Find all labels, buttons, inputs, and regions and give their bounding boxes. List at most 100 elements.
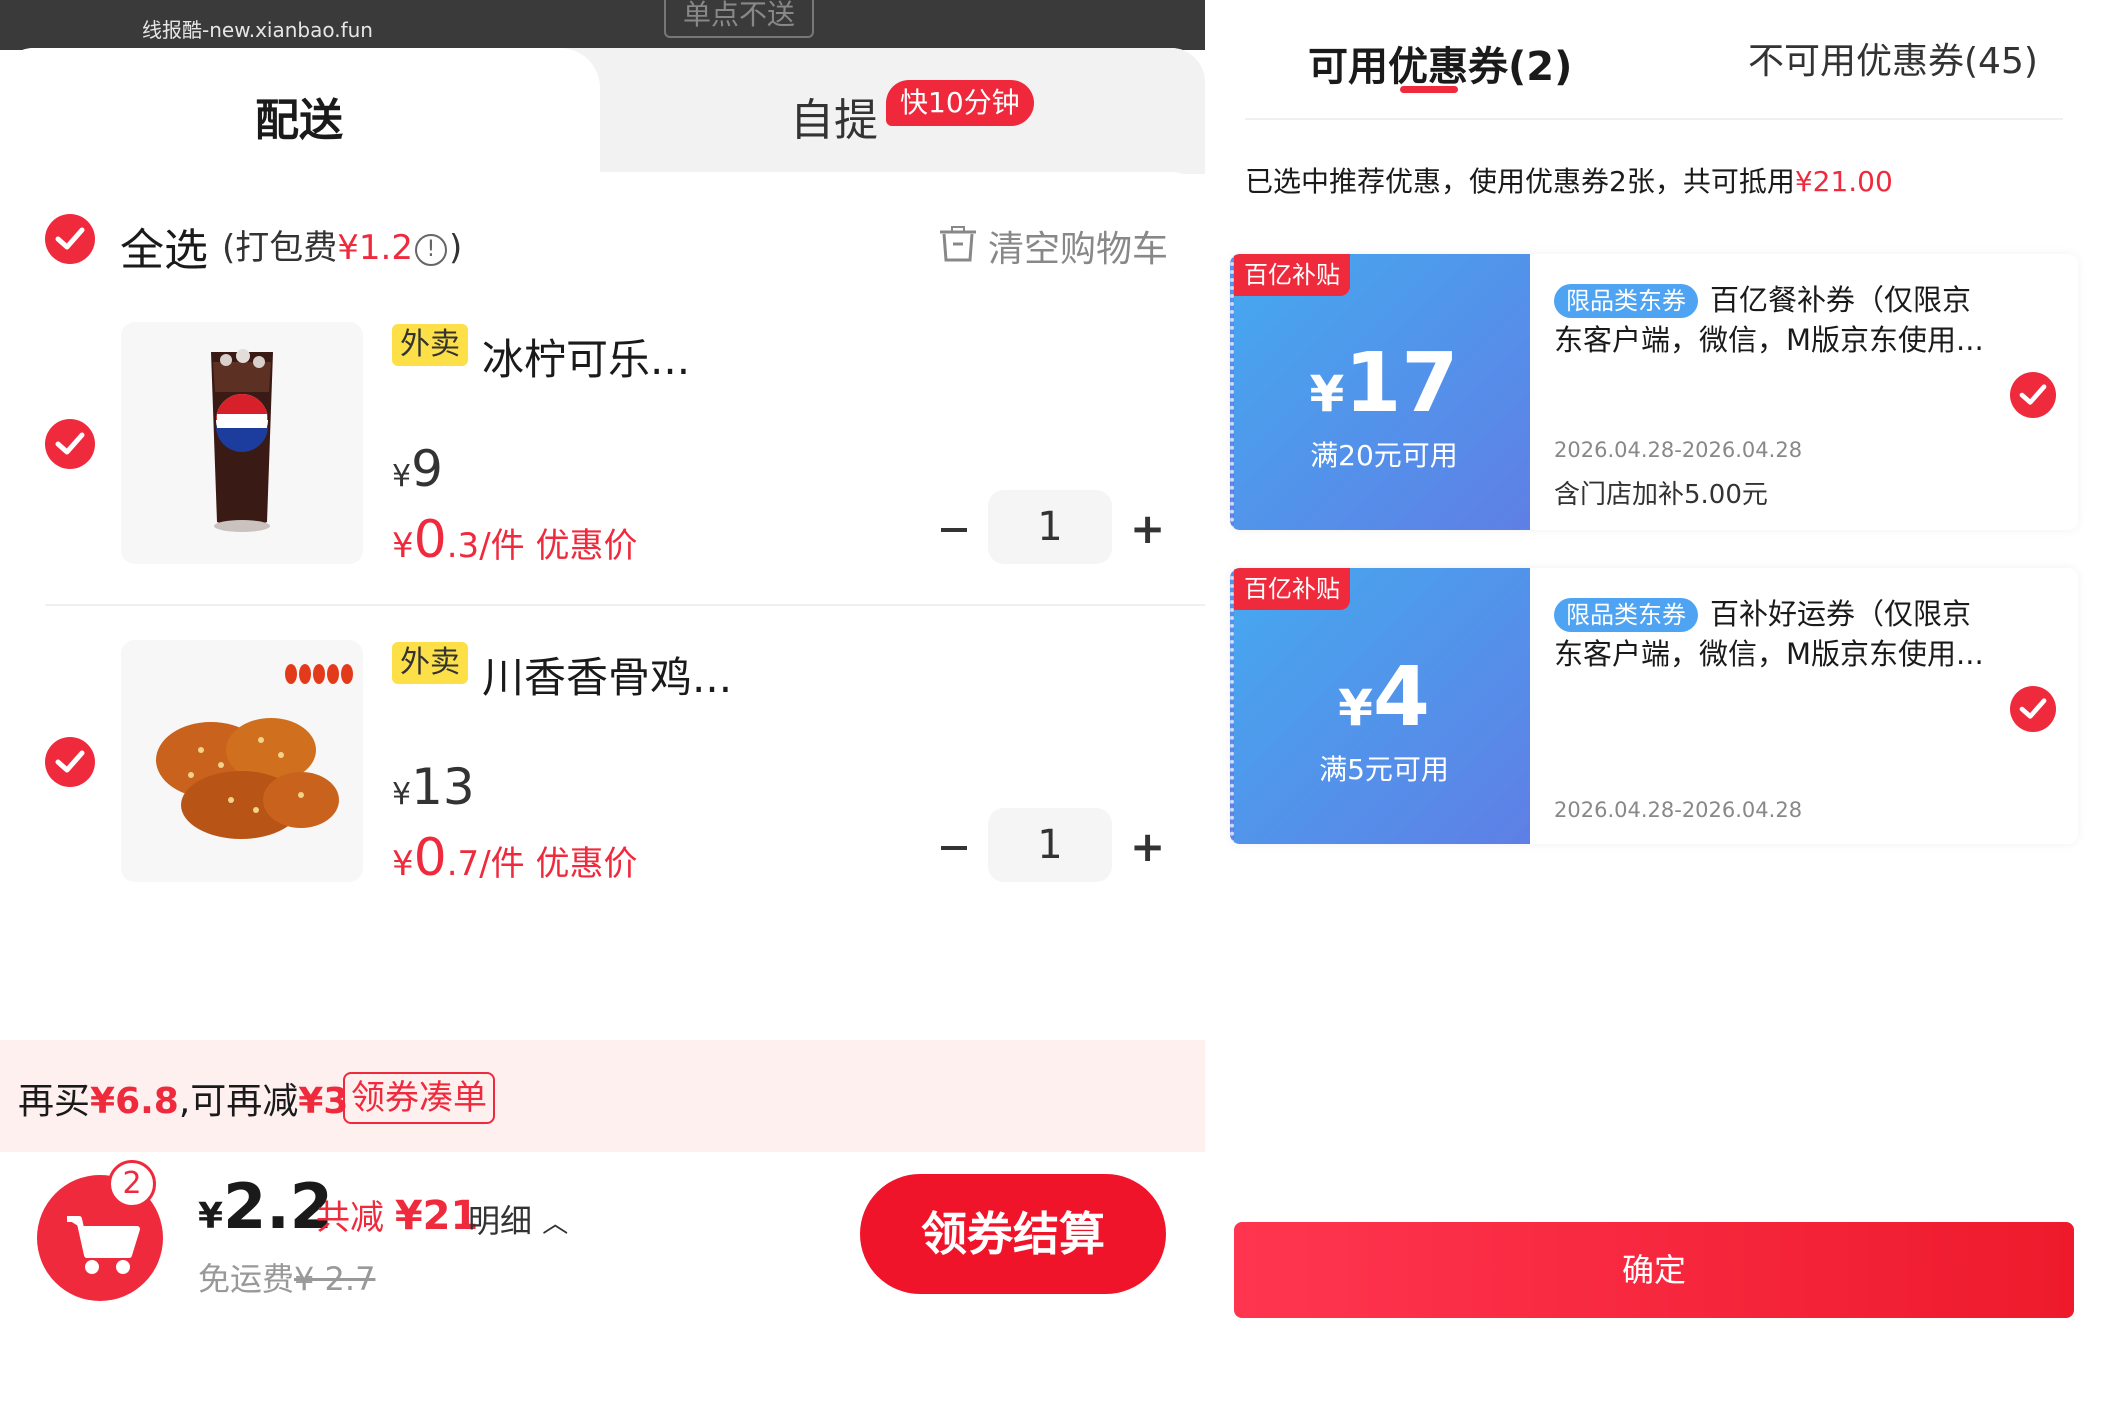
deal-price-unit: /件 xyxy=(479,844,525,884)
packing-fee-amount: ¥1.2 xyxy=(337,228,413,268)
info-icon[interactable]: ! xyxy=(414,233,447,266)
detail-label: 明细 xyxy=(468,1202,533,1240)
coupon-title: 百亿餐补券（仅限京东客户端，微信，M版京东使用... xyxy=(1554,283,1984,357)
coupon-amount-value: 4 xyxy=(1372,650,1430,745)
total-price: ¥2.2 xyxy=(198,1170,333,1243)
price-detail-toggle[interactable]: 明细 ︿ xyxy=(468,1196,568,1242)
currency-symbol: ¥ xyxy=(1309,365,1345,423)
confirm-button[interactable]: 确定 xyxy=(1234,1222,2074,1318)
coupon-summary-amount: ¥21.00 xyxy=(1794,165,1893,198)
coupon-checkbox-2[interactable] xyxy=(2010,686,2056,732)
check-icon xyxy=(2019,384,2047,405)
cola-cup-icon xyxy=(121,322,363,564)
active-tab-indicator xyxy=(1400,86,1458,93)
item-checkbox-1[interactable] xyxy=(45,419,95,469)
promo-text: 再买¥6.8,可再减¥3 xyxy=(18,1072,348,1124)
coupon-date: 2026.04.28-2026.04.28 xyxy=(1554,438,1803,462)
item-image-cola[interactable] xyxy=(121,322,363,564)
trash-icon[interactable] xyxy=(938,226,978,262)
promo-text-a: 再买 xyxy=(18,1081,91,1122)
takeout-tag: 外卖 xyxy=(392,642,468,684)
deal-price-dec: .7 xyxy=(446,844,480,884)
promo-text-b: ,可再减 xyxy=(178,1081,299,1122)
chicken-wings-icon xyxy=(121,640,363,882)
item-name[interactable]: 川香香骨鸡... xyxy=(482,644,732,705)
coupon-summary: 已选中推荐优惠，使用优惠券2张，共可抵用¥21.00 xyxy=(1245,160,1893,200)
tab-unavailable-coupons[interactable]: 不可用优惠券(45) xyxy=(1748,32,2038,84)
check-icon xyxy=(55,750,85,773)
deal-price-unit: /件 xyxy=(479,526,525,566)
tab-divider xyxy=(1245,118,2063,120)
saved-amount: 共减 ¥21 xyxy=(316,1190,478,1239)
packing-fee-note: (打包费¥1.2!) xyxy=(222,220,462,269)
qty-plus-button[interactable]: + xyxy=(1130,504,1165,553)
qty-plus-button[interactable]: + xyxy=(1130,822,1165,871)
cart-count-badge: 2 xyxy=(108,1160,156,1208)
watermark: 线报酷-new.xianbao.fun xyxy=(142,18,373,42)
currency-symbol: ¥ xyxy=(392,777,412,812)
original-shipping-fee: ¥ 2.7 xyxy=(294,1260,376,1298)
top-note: 单点不送 xyxy=(664,0,814,38)
coupon-condition: 满5元可用 xyxy=(1319,753,1449,786)
free-shipping-label: 免运费 xyxy=(198,1260,295,1298)
currency-symbol: ¥ xyxy=(392,844,414,884)
tab-delivery[interactable]: 配送 xyxy=(255,84,343,148)
pickup-speed-badge: 快10分钟 xyxy=(886,80,1034,126)
coupon-amount-value: 17 xyxy=(1344,336,1459,431)
chevron-up-icon: ︿ xyxy=(542,1209,569,1239)
original-price-value: 9 xyxy=(411,440,443,498)
qty-value[interactable]: 1 xyxy=(988,490,1112,564)
currency-symbol: ¥ xyxy=(1338,679,1373,737)
deal-price-int: 0 xyxy=(413,510,447,570)
coupon-value-block: 百亿补贴 ¥17 满20元可用 xyxy=(1230,254,1530,530)
qty-value[interactable]: 1 xyxy=(988,808,1112,882)
item-name[interactable]: 冰柠可乐... xyxy=(482,326,690,387)
currency-symbol: ¥ xyxy=(392,526,414,566)
cart-body xyxy=(0,172,1205,1042)
deal-price-int: 0 xyxy=(413,828,447,888)
qty-minus-button[interactable] xyxy=(941,846,967,850)
select-all-checkbox[interactable] xyxy=(45,214,95,264)
get-coupon-button[interactable]: 领券凑单 xyxy=(343,1072,495,1124)
original-price-value: 13 xyxy=(411,758,475,816)
tab-bar-bg xyxy=(560,48,1205,174)
select-all-label: 全选 xyxy=(120,225,208,276)
coupon-title: 百补好运券（仅限京东客户端，微信，M版京东使用... xyxy=(1554,597,1984,671)
tab-pickup[interactable]: 自提 xyxy=(790,84,878,148)
shipping-fee: 免运费¥ 2.7 xyxy=(198,1254,375,1300)
deal-price: ¥0.3/件 优惠价 xyxy=(392,510,637,570)
promo-amount-more: ¥6.8 xyxy=(90,1081,179,1122)
coupon-checkbox-1[interactable] xyxy=(2010,372,2056,418)
promo-amount-off: ¥3 xyxy=(298,1081,349,1122)
coupon-amount: ¥17 xyxy=(1234,336,1534,431)
coupon-date: 2026.04.28-2026.04.28 xyxy=(1554,798,1803,822)
checkout-button[interactable]: 领券结算 xyxy=(860,1174,1166,1294)
item-image-chicken[interactable] xyxy=(121,640,363,882)
check-icon xyxy=(55,432,85,455)
coupon-extra: 含门店加补5.00元 xyxy=(1554,480,1768,510)
check-icon xyxy=(55,227,85,250)
coupon-card-2[interactable]: 百亿补贴 ¥4 满5元可用 限品类东券 百补好运券（仅限京东客户端，微信，M版京… xyxy=(1230,568,2078,844)
clear-cart-button[interactable]: 清空购物车 xyxy=(988,220,1168,272)
coupon-value-block: 百亿补贴 ¥4 满5元可用 xyxy=(1230,568,1530,844)
tab-available-coupons[interactable]: 可用优惠券(2) xyxy=(1308,34,1572,92)
deal-price: ¥0.7/件 优惠价 xyxy=(392,828,637,888)
currency-symbol: ¥ xyxy=(392,459,412,494)
saved-label: 共减 xyxy=(316,1198,384,1238)
deal-price-label: 优惠价 xyxy=(535,526,638,566)
packing-fee-suffix: ) xyxy=(448,228,463,268)
coupon-condition: 满20元可用 xyxy=(1310,439,1458,472)
deal-price-dec: .3 xyxy=(446,526,480,566)
saved-value: ¥21 xyxy=(394,1193,479,1239)
takeout-tag: 外卖 xyxy=(392,324,468,366)
packing-fee-prefix: (打包费 xyxy=(222,228,338,268)
check-icon xyxy=(2019,698,2047,719)
deal-price-label: 优惠价 xyxy=(535,844,638,884)
coupon-summary-text: 已选中推荐优惠，使用优惠券2张，共可抵用 xyxy=(1245,165,1795,198)
qty-minus-button[interactable] xyxy=(941,528,967,532)
item-checkbox-2[interactable] xyxy=(45,737,95,787)
cart-panel: 线报酷-new.xianbao.fun 单点不送 配送 自提 快10分钟 全选 … xyxy=(0,0,1205,1414)
original-price: ¥13 xyxy=(392,758,475,816)
coupon-card-1[interactable]: 百亿补贴 ¥17 满20元可用 限品类东券 百亿餐补券（仅限京东客户端，微信，M… xyxy=(1230,254,2078,530)
currency-symbol: ¥ xyxy=(198,1196,224,1237)
